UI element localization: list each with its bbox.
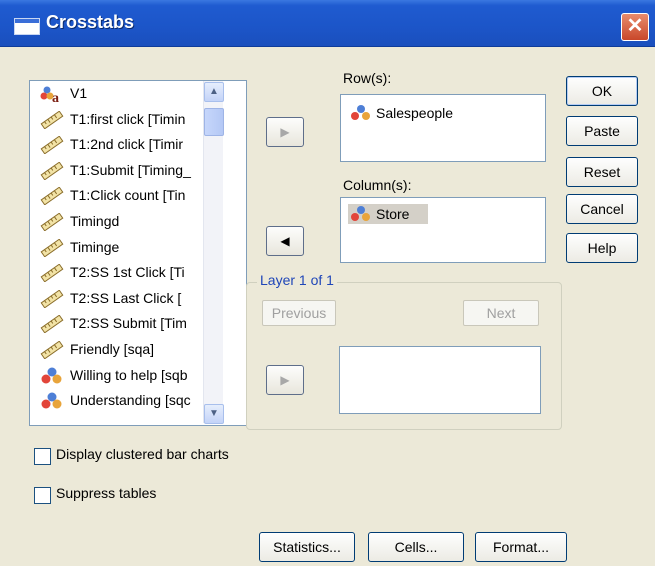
layer-list[interactable] (339, 346, 541, 414)
columns-label: Column(s): (343, 177, 412, 193)
variable-label: Timinge (70, 238, 120, 255)
list-item[interactable]: Timingd (36, 211, 211, 232)
columns-list[interactable]: Store (340, 197, 546, 263)
cancel-button[interactable]: Cancel (566, 194, 638, 224)
suppress-tables-label: Suppress tables (56, 485, 157, 501)
nominal-icon (350, 105, 372, 121)
move-from-columns-button[interactable]: ◀ (266, 226, 304, 256)
list-item[interactable]: a V1 (36, 83, 211, 104)
clustered-bar-charts-checkbox[interactable] (34, 448, 51, 465)
variable-label: T2:SS Submit [Tim (70, 315, 187, 332)
nominal-icon (40, 392, 64, 410)
cells-button[interactable]: Cells... (368, 532, 464, 562)
list-item[interactable]: Friendly [sqa] (36, 339, 211, 360)
scale-ruler-icon (40, 263, 64, 283)
dialog-title: Crosstabs (46, 12, 135, 32)
list-item[interactable]: T1:Submit [Timing_ (36, 160, 211, 181)
list-item[interactable]: T1:first click [Timin (36, 109, 211, 130)
scroll-up-button[interactable]: ▲ (204, 82, 224, 102)
scale-ruler-icon (40, 340, 64, 360)
variable-label: Friendly [sqa] (70, 341, 155, 357)
move-to-rows-button[interactable]: ▶ (266, 117, 304, 147)
next-layer-button[interactable]: Next (463, 300, 539, 326)
variable-label: T2:SS 1st Click [Ti (70, 264, 185, 281)
layer-title: Layer 1 of 1 (257, 272, 337, 288)
clustered-bar-charts-label: Display clustered bar charts (56, 446, 229, 462)
variable-label: T1:Click count [Tin (70, 187, 186, 204)
list-item[interactable]: Willing to help [sqb (36, 365, 211, 386)
list-item[interactable]: T1:Click count [Tin (36, 185, 211, 206)
suppress-tables-checkbox[interactable] (34, 487, 51, 504)
list-item[interactable]: T1:2nd click [Timir (36, 134, 211, 155)
scroll-thumb[interactable] (204, 108, 224, 136)
variable-label: T1:first click [Timin (70, 110, 186, 127)
title-bar: Crosstabs ✕ (0, 0, 655, 47)
list-item[interactable]: T2:SS Last Click [ (36, 288, 211, 309)
svg-text:a: a (52, 91, 59, 103)
ok-button[interactable]: OK (566, 76, 638, 106)
scale-ruler-icon (40, 212, 64, 232)
window-icon (14, 18, 40, 35)
variable-label: Willing to help [sqb (70, 366, 188, 383)
columns-item[interactable]: Store (348, 204, 428, 224)
variable-label: T1:2nd click [Timir (70, 136, 184, 153)
variable-label: V1 (70, 85, 88, 101)
nominal-icon (40, 367, 64, 385)
help-button[interactable]: Help (566, 233, 638, 263)
reset-button[interactable]: Reset (566, 157, 638, 187)
nominal-icon (350, 206, 372, 222)
scale-ruler-icon (40, 135, 64, 155)
variable-label: Timingd (70, 213, 120, 229)
list-item[interactable]: Understanding [sqc (36, 390, 211, 411)
close-button[interactable]: ✕ (621, 13, 649, 41)
paste-button[interactable]: Paste (566, 116, 638, 146)
scroll-down-button[interactable]: ▼ (204, 404, 224, 424)
statistics-button[interactable]: Statistics... (259, 532, 355, 562)
list-item[interactable]: T2:SS Submit [Tim (36, 313, 211, 334)
scale-ruler-icon (40, 289, 64, 309)
scale-ruler-icon (40, 238, 64, 258)
list-item[interactable]: Timinge (36, 237, 211, 258)
variable-label: T2:SS Last Click [ (70, 289, 182, 306)
scale-ruler-icon (40, 314, 64, 334)
nominal-string-icon: a (40, 85, 64, 104)
format-button[interactable]: Format... (475, 532, 567, 562)
list-item[interactable]: T2:SS 1st Click [Ti (36, 262, 211, 283)
scale-ruler-icon (40, 161, 64, 181)
rows-label: Row(s): (343, 70, 392, 86)
scale-ruler-icon (40, 186, 64, 206)
variable-label: Understanding [sqc (70, 392, 191, 409)
crosstabs-dialog: Crosstabs ✕ a V1 T1:first click [Timin T1:2… (0, 0, 655, 566)
variable-label: T1:Submit [Timing_ (70, 161, 191, 178)
rows-list[interactable]: Salespeople (340, 94, 546, 162)
previous-layer-button[interactable]: Previous (262, 300, 336, 326)
scale-ruler-icon (40, 110, 64, 130)
